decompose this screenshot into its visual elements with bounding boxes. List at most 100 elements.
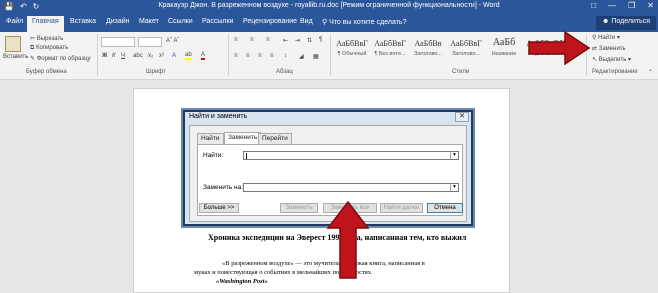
style-title[interactable]: АаБб Название (485, 35, 523, 65)
strikethrough-icon[interactable]: abc (133, 53, 143, 59)
more-button[interactable]: Больше >> (199, 203, 239, 213)
separator (330, 34, 331, 76)
italic-icon[interactable]: К (112, 53, 116, 59)
tab-mailings[interactable]: Рассылки (202, 18, 233, 25)
replace-one-button[interactable]: Заменить (280, 203, 318, 213)
tell-me-text: Что вы хотите сделать? (329, 19, 407, 26)
separator (97, 34, 98, 76)
paste-icon[interactable] (5, 36, 21, 52)
bold-icon[interactable]: Ж (102, 53, 107, 59)
chevron-down-icon: ▾ (626, 57, 632, 63)
red-arrow-icon (528, 30, 591, 66)
style-name: Название (491, 51, 517, 57)
ribbon-display-icon[interactable]: □ (591, 1, 596, 10)
font-name-box[interactable] (101, 37, 135, 47)
replace-field[interactable]: ▼ (243, 183, 459, 192)
grow-font-icon[interactable]: Aˆ Aˇ (166, 38, 179, 44)
clipboard-group-label: Буфер обмена (26, 69, 67, 75)
find-next-button[interactable]: Найти далее (380, 203, 423, 213)
style-preview: АаБбВвГ (336, 39, 368, 48)
decrease-indent-icon[interactable]: ⇤ (283, 37, 288, 44)
style-name: ¶ Обычный (337, 51, 367, 57)
style-heading-1[interactable]: АаБбВв Заголово... (409, 35, 447, 65)
style-name: Заголово... (413, 51, 443, 57)
person-icon: ☻ (602, 18, 612, 25)
paragraph-group-label: Абзац (276, 69, 293, 75)
font-group-label: Шрифт (146, 69, 166, 75)
bullets-icon[interactable]: ≡ (234, 37, 238, 43)
cut-button[interactable]: ✂ Вырезать (30, 35, 63, 42)
replace-field-label: Заменить на: (203, 184, 244, 191)
shading-icon[interactable]: ◢ (299, 53, 304, 60)
paste-button[interactable]: Вставить (3, 54, 28, 60)
style-heading-2[interactable]: АаБбВвГ Заголово... (447, 35, 485, 65)
style-name: ¶ Без инте... (374, 51, 406, 57)
tab-replace[interactable]: Заменить (224, 132, 262, 144)
borders-icon[interactable]: ▦ (313, 53, 319, 60)
sort-icon[interactable]: ⇅ (307, 37, 312, 44)
style-normal[interactable]: АаБбВвГ ¶ Обычный (333, 35, 371, 65)
pilcrow-icon[interactable]: ¶ (319, 37, 322, 43)
tab-design[interactable]: Дизайн (106, 18, 130, 25)
share-button[interactable]: ☻ Поделиться (596, 16, 656, 30)
tab-review[interactable]: Рецензирование (243, 18, 297, 25)
chevron-down-icon[interactable]: ▼ (450, 184, 458, 191)
tab-find[interactable]: Найти (197, 133, 224, 144)
highlight-icon[interactable]: ab (185, 52, 192, 60)
replace-button[interactable]: ⇄ Заменить (592, 45, 626, 52)
style-no-spacing[interactable]: АаБбВвГ ¶ Без инте... (371, 35, 409, 65)
separator (228, 34, 229, 76)
tab-layout[interactable]: Макет (139, 18, 159, 25)
chevron-down-icon[interactable]: ▼ (450, 152, 458, 159)
tab-file[interactable]: Файл (6, 18, 23, 25)
line-spacing-icon[interactable]: ↕ (284, 53, 287, 59)
select-label: Выделить (598, 57, 627, 63)
format-painter-label: Формат по образцу (36, 56, 91, 62)
underline-icon[interactable]: Ч (121, 53, 125, 59)
text-effects-icon[interactable]: A (172, 53, 176, 59)
increase-indent-icon[interactable]: ⇥ (295, 37, 300, 44)
close-icon[interactable]: ✕ (455, 112, 469, 122)
restore-icon[interactable]: ❐ (628, 1, 635, 10)
find-label: Найти (598, 35, 616, 41)
tab-references[interactable]: Ссылки (168, 18, 193, 25)
minimize-icon[interactable]: — (608, 1, 616, 10)
tab-goto[interactable]: Перейти (258, 133, 292, 144)
tab-home[interactable]: Главная (27, 16, 64, 32)
close-icon[interactable]: ✕ (647, 1, 654, 10)
collapse-ribbon-icon[interactable]: ⌃ (648, 69, 653, 76)
align-left-icon[interactable]: ≡ (234, 53, 238, 59)
styles-group-label: Стили (452, 69, 470, 75)
style-preview: АаБбВв (414, 39, 442, 48)
cancel-button[interactable]: Отмена (427, 203, 463, 213)
tab-insert[interactable]: Вставка (70, 18, 96, 25)
find-button[interactable]: ⚲ Найти ▾ (592, 34, 620, 41)
tab-view[interactable]: Вид (300, 18, 313, 25)
title-bar: 💾 ↶ ↻ Кракауэр Джон. В разреженном возду… (0, 0, 658, 14)
subscript-icon[interactable]: x₂ (148, 53, 153, 59)
cursor-icon: ↖ (592, 57, 599, 63)
font-size-box[interactable] (138, 37, 162, 47)
justify-icon[interactable]: ≡ (270, 53, 274, 59)
format-painter-button[interactable]: ✎ Формат по образцу (30, 55, 91, 62)
select-button[interactable]: ↖ Выделить ▾ (592, 56, 631, 63)
copy-label: Копировать (35, 45, 69, 51)
document-quote-line: «В разреженном воздухе» — это мучительна… (222, 260, 425, 267)
style-preview: АаБб (492, 37, 516, 48)
window-title: Кракауэр Джон. В разреженном воздухе - r… (158, 2, 500, 9)
find-field[interactable]: ▼ (243, 151, 459, 160)
multilevel-list-icon[interactable]: ≡ (266, 37, 270, 43)
share-label: Поделиться (611, 18, 650, 25)
scissors-icon: ✂ (30, 36, 37, 42)
align-right-icon[interactable]: ≡ (258, 53, 262, 59)
copy-button[interactable]: ⧉ Копировать (30, 45, 68, 52)
font-color-icon[interactable]: A (201, 52, 206, 60)
align-center-icon[interactable]: ≡ (246, 53, 250, 59)
style-name: Заголово... (451, 51, 481, 57)
red-arrow-icon (326, 200, 370, 279)
superscript-icon[interactable]: x² (159, 53, 164, 59)
tell-me-box[interactable]: ⚲ Что вы хотите сделать? (322, 18, 406, 26)
numbering-icon[interactable]: ≡ (250, 37, 254, 43)
replace-label: Заменить (598, 46, 626, 52)
find-field-label: Найти: (203, 152, 224, 159)
